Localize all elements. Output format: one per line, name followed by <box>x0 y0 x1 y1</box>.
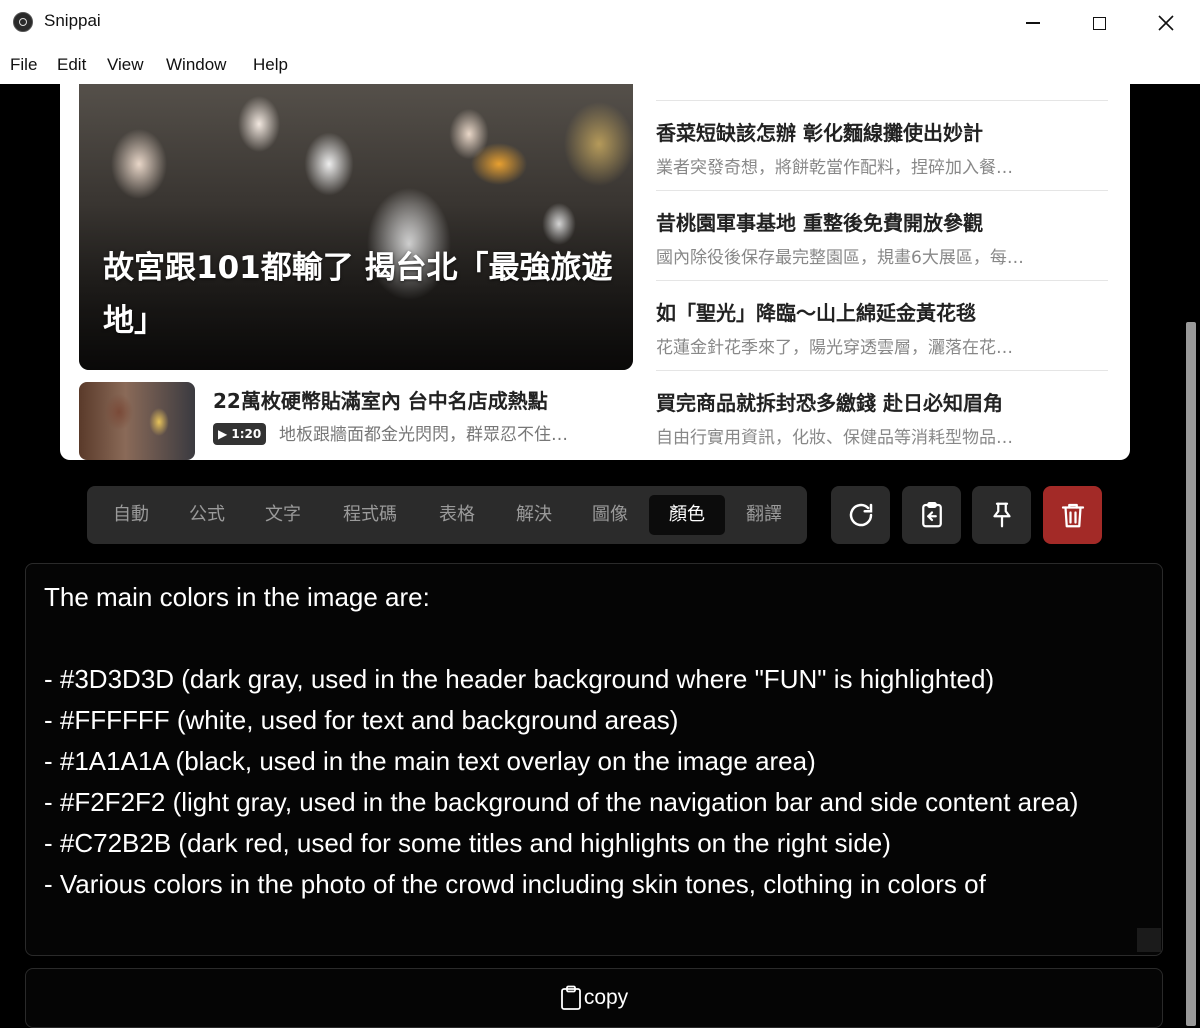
side-item-title: 買完商品就拆封恐多繳錢 赴日必知眉角 <box>656 391 1003 415</box>
video-title: 22萬枚硬幣貼滿室內 台中名店成熱點 <box>213 389 548 413</box>
tab-translate[interactable]: 翻譯 <box>730 495 798 535</box>
maximize-icon <box>1092 16 1106 30</box>
snip-preview: 故宮跟101都輸了 揭台北「最強旅遊地」 22萬枚硬幣貼滿室內 台中名店成熱點 … <box>60 84 1130 460</box>
menu-bar: File Edit View Window Help <box>0 46 1200 84</box>
tab-color[interactable]: 顏色 <box>649 495 725 535</box>
tab-code[interactable]: 程式碼 <box>327 495 413 535</box>
minimize-icon <box>1026 22 1040 24</box>
video-thumbnail <box>79 382 195 460</box>
delete-button[interactable] <box>1043 486 1102 544</box>
result-text[interactable]: The main colors in the image are: - #3D3… <box>44 577 1124 905</box>
clipboard-icon <box>560 985 581 1010</box>
tab-auto[interactable]: 自動 <box>97 495 165 535</box>
hero-title: 故宮跟101都輸了 揭台北「最強旅遊地」 <box>103 250 613 339</box>
refresh-button[interactable] <box>831 486 890 544</box>
side-item-desc: 國內除役後保存最完整園區，規畫6大展區，每… <box>656 248 1024 268</box>
side-item-title: 昔桃園軍事基地 重整後免費開放參觀 <box>656 211 983 235</box>
clipboard-export-icon <box>921 502 942 528</box>
close-button[interactable] <box>1133 0 1199 46</box>
list-item: 買完商品就拆封恐多繳錢 赴日必知眉角 自由行實用資訊，化妝、保健品等消耗型物品… <box>656 370 1108 460</box>
menu-help[interactable]: Help <box>253 55 288 75</box>
tab-image[interactable]: 圖像 <box>576 495 644 535</box>
side-item-title: 香菜短缺該怎辦 彰化麵線攤使出妙計 <box>656 121 983 145</box>
close-icon <box>1158 15 1174 31</box>
video-description: 地板跟牆面都金光閃閃，群眾忍不住… <box>279 425 568 445</box>
copy-label: copy <box>583 986 629 1009</box>
tab-formula[interactable]: 公式 <box>173 495 241 535</box>
copy-button[interactable]: copy <box>25 968 1163 1028</box>
resize-grip[interactable] <box>1137 928 1161 952</box>
list-item: 如「聖光」降臨～山上綿延金黃花毯 花蓮金針花季來了，陽光穿透雲層，灑落在花… <box>656 280 1108 370</box>
side-item-title: 如「聖光」降臨～山上綿延金黃花毯 <box>656 301 976 325</box>
maximize-button[interactable] <box>1066 0 1132 46</box>
menu-file[interactable]: File <box>10 55 37 75</box>
side-item-desc: 花蓮金針花季來了，陽光穿透雲層，灑落在花… <box>656 338 1013 358</box>
trash-icon <box>1061 503 1084 528</box>
pin-button[interactable] <box>972 486 1031 544</box>
menu-edit[interactable]: Edit <box>57 55 86 75</box>
menu-window[interactable]: Window <box>166 55 226 75</box>
app-logo-icon <box>13 12 33 32</box>
list-item: 香菜短缺該怎辦 彰化麵線攤使出妙計 業者突發奇想，將餅乾當作配料，捏碎加入餐… <box>656 100 1108 190</box>
export-clipboard-button[interactable] <box>902 486 961 544</box>
tab-text[interactable]: 文字 <box>249 495 317 535</box>
side-item-desc: 業者突發奇想，將餅乾當作配料，捏碎加入餐… <box>656 158 1013 178</box>
mode-tab-bar: 自動 公式 文字 程式碼 表格 解決 圖像 顏色 翻譯 <box>87 486 807 544</box>
title-bar: Snippai <box>0 0 1200 46</box>
list-item: 昔桃園軍事基地 重整後免費開放參觀 國內除役後保存最完整園區，規畫6大展區，每… <box>656 190 1108 280</box>
video-duration-badge: ▶ 1:20 <box>213 423 267 445</box>
side-item-desc: 自由行實用資訊，化妝、保健品等消耗型物品… <box>656 428 1013 448</box>
minimize-button[interactable] <box>1000 0 1066 46</box>
hero-image: 故宮跟101都輸了 揭台北「最強旅遊地」 <box>79 84 633 370</box>
refresh-icon <box>849 503 872 527</box>
tab-solve[interactable]: 解決 <box>500 495 568 535</box>
menu-view[interactable]: View <box>107 55 144 75</box>
window-title: Snippai <box>44 11 101 30</box>
scrollbar-thumb[interactable] <box>1186 322 1196 1026</box>
tab-table[interactable]: 表格 <box>423 495 491 535</box>
pin-icon <box>992 502 1011 528</box>
result-output[interactable]: The main colors in the image are: - #3D3… <box>25 563 1163 956</box>
